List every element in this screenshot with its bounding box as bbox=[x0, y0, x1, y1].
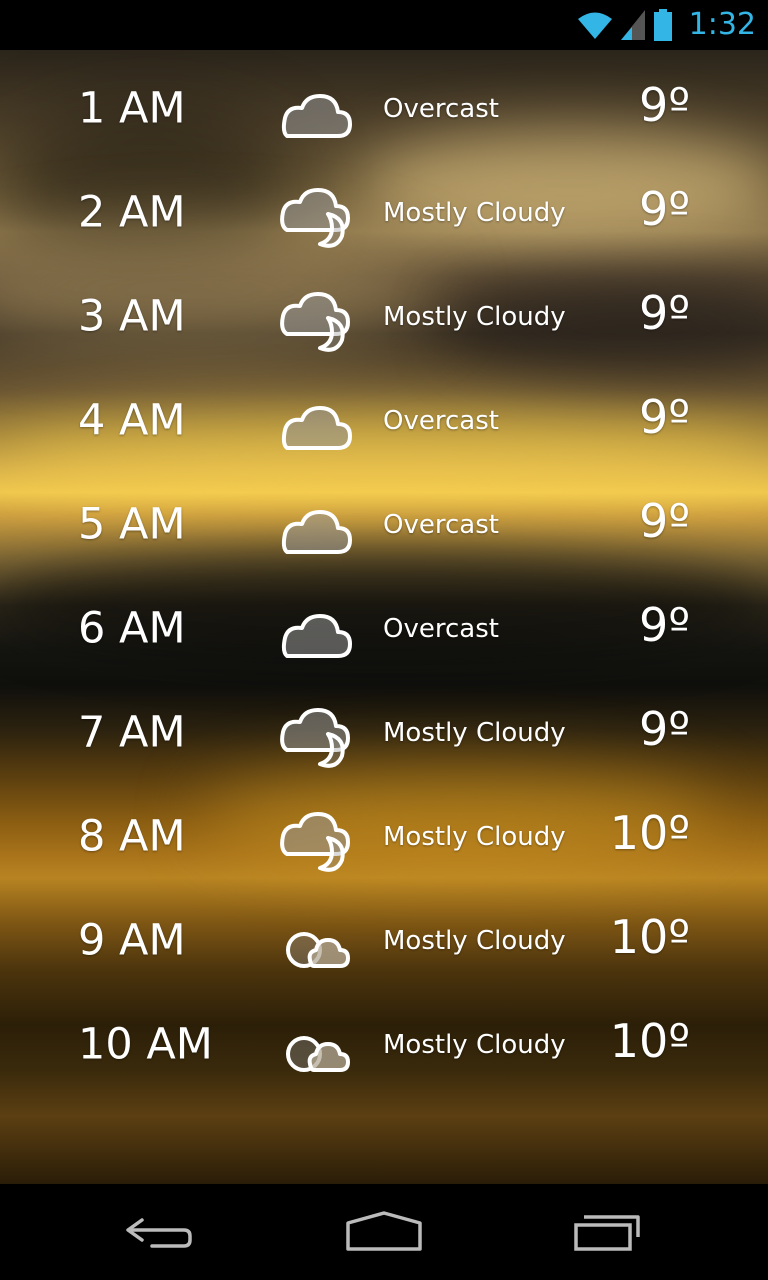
forecast-condition: Mostly Cloudy bbox=[383, 302, 566, 332]
wifi-icon bbox=[577, 12, 612, 39]
forecast-temperature: 9º bbox=[639, 598, 690, 652]
forecast-row[interactable]: 3 AM Mostly Cloudy 9º bbox=[0, 258, 768, 362]
battery-icon bbox=[653, 9, 672, 41]
forecast-condition: Mostly Cloudy bbox=[383, 1030, 566, 1060]
forecast-condition: Mostly Cloudy bbox=[383, 926, 566, 956]
mostly-cloudy-night-icon bbox=[280, 708, 350, 768]
forecast-hour: 9 AM bbox=[78, 915, 186, 966]
forecast-temperature: 9º bbox=[639, 182, 690, 236]
forecast-hour: 8 AM bbox=[78, 811, 186, 862]
forecast-row[interactable]: 10 AM Mostly Cloudy 10º bbox=[0, 986, 768, 1090]
recent-apps-icon bbox=[574, 1215, 640, 1251]
hourly-forecast-list[interactable]: 1 AM Overcast 9º 2 AM Mostly Cloudy 9º 3 AM Mos… bbox=[0, 50, 768, 1090]
mostly-cloudy-day-icon bbox=[286, 1036, 350, 1072]
forecast-hour: 5 AM bbox=[78, 499, 186, 550]
forecast-hour: 7 AM bbox=[78, 707, 186, 758]
mostly-cloudy-night-icon bbox=[280, 812, 350, 872]
forecast-row[interactable]: 5 AM Overcast 9º bbox=[0, 466, 768, 570]
forecast-temperature: 10º bbox=[609, 1014, 690, 1068]
forecast-row[interactable]: 4 AM Overcast 9º bbox=[0, 362, 768, 466]
forecast-condition: Mostly Cloudy bbox=[383, 822, 566, 852]
forecast-condition: Overcast bbox=[383, 510, 499, 540]
forecast-row[interactable]: 1 AM Overcast 9º bbox=[0, 50, 768, 154]
back-icon bbox=[126, 1218, 192, 1248]
forecast-row[interactable]: 8 AM Mostly Cloudy 10º bbox=[0, 778, 768, 882]
forecast-hour: 2 AM bbox=[78, 187, 186, 238]
forecast-temperature: 9º bbox=[639, 494, 690, 548]
forecast-condition: Overcast bbox=[383, 94, 499, 124]
forecast-temperature: 9º bbox=[639, 78, 690, 132]
cell-signal-icon bbox=[620, 10, 645, 40]
mostly-cloudy-night-icon bbox=[280, 292, 350, 352]
forecast-temperature: 9º bbox=[639, 286, 690, 340]
overcast-icon bbox=[281, 406, 352, 450]
forecast-temperature: 10º bbox=[609, 910, 690, 964]
forecast-row[interactable]: 2 AM Mostly Cloudy 9º bbox=[0, 154, 768, 258]
home-button[interactable] bbox=[256, 1184, 512, 1280]
mostly-cloudy-night-icon bbox=[280, 188, 350, 248]
back-button[interactable] bbox=[32, 1184, 288, 1280]
status-clock: 1:32 bbox=[688, 7, 756, 42]
forecast-hour: 4 AM bbox=[78, 395, 186, 446]
forecast-temperature: 9º bbox=[639, 390, 690, 444]
forecast-temperature: 10º bbox=[609, 806, 690, 860]
forecast-condition: Mostly Cloudy bbox=[383, 198, 566, 228]
forecast-temperature: 9º bbox=[639, 702, 690, 756]
forecast-condition: Mostly Cloudy bbox=[383, 718, 566, 748]
overcast-icon bbox=[281, 94, 352, 138]
status-icons: 1:32 bbox=[577, 0, 756, 50]
status-bar: 1:32 bbox=[0, 0, 768, 50]
forecast-row[interactable]: 7 AM Mostly Cloudy 9º bbox=[0, 674, 768, 778]
forecast-hour: 3 AM bbox=[78, 291, 186, 342]
forecast-hour: 10 AM bbox=[78, 1019, 213, 1070]
mostly-cloudy-day-icon bbox=[286, 932, 350, 968]
forecast-condition: Overcast bbox=[383, 406, 499, 436]
overcast-icon bbox=[281, 614, 352, 658]
home-icon bbox=[346, 1211, 422, 1251]
recent-apps-button[interactable] bbox=[480, 1184, 736, 1280]
forecast-hour: 6 AM bbox=[78, 603, 186, 654]
forecast-row[interactable]: 6 AM Overcast 9º bbox=[0, 570, 768, 674]
forecast-condition: Overcast bbox=[383, 614, 499, 644]
weather-screen: 1:32 1 AM Overcast 9º 2 AM Mostly Cloudy 9º 3 … bbox=[0, 0, 768, 1280]
forecast-row[interactable]: 9 AM Mostly Cloudy 10º bbox=[0, 882, 768, 986]
forecast-hour: 1 AM bbox=[78, 83, 186, 134]
navigation-bar bbox=[0, 1184, 768, 1280]
overcast-icon bbox=[281, 510, 352, 554]
